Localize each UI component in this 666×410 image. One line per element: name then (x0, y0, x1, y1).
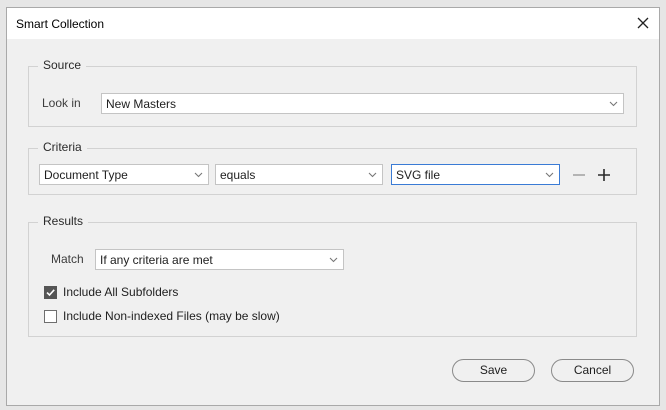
look-in-value: New Masters (106, 97, 177, 111)
chevron-down-icon (194, 172, 203, 178)
include-subfolders-checkbox[interactable] (44, 286, 57, 299)
minus-icon[interactable] (572, 168, 586, 182)
criteria-value-select[interactable]: SVG file (391, 164, 560, 185)
results-legend: Results (38, 214, 89, 228)
include-nonindexed-label[interactable]: Include Non-indexed Files (may be slow) (63, 309, 280, 323)
results-group: Results Match If any criteria are met In… (28, 214, 637, 337)
chevron-down-icon (368, 172, 377, 178)
close-icon[interactable] (636, 16, 650, 30)
dialog-title: Smart Collection (16, 17, 105, 31)
source-legend: Source (38, 58, 87, 72)
criteria-field-value: Document Type (44, 168, 128, 182)
criteria-operator-select[interactable]: equals (215, 164, 383, 185)
chevron-down-icon (329, 257, 338, 263)
match-value: If any criteria are met (100, 253, 213, 267)
chevron-down-icon (545, 172, 554, 178)
criteria-operator-value: equals (220, 168, 256, 182)
include-subfolders-label[interactable]: Include All Subfolders (63, 285, 178, 299)
criteria-value-value: SVG file (396, 168, 441, 182)
checkmark-icon (46, 289, 55, 297)
title-bar: Smart Collection (7, 8, 659, 39)
source-group: Source Look in New Masters (28, 58, 637, 127)
smart-collection-dialog: Smart Collection Source Look in New Mast… (6, 7, 660, 406)
cancel-button[interactable]: Cancel (551, 359, 634, 382)
look-in-select[interactable]: New Masters (101, 93, 624, 114)
criteria-field-select[interactable]: Document Type (39, 164, 209, 185)
match-label: Match (51, 252, 84, 266)
save-button[interactable]: Save (452, 359, 535, 382)
chevron-down-icon (609, 101, 618, 107)
criteria-legend: Criteria (38, 140, 87, 154)
include-nonindexed-checkbox[interactable] (44, 310, 57, 323)
plus-icon[interactable] (597, 168, 611, 182)
look-in-label: Look in (42, 96, 81, 110)
match-select[interactable]: If any criteria are met (95, 249, 344, 270)
criteria-group: Criteria Document Type equals SVG file (28, 140, 637, 195)
